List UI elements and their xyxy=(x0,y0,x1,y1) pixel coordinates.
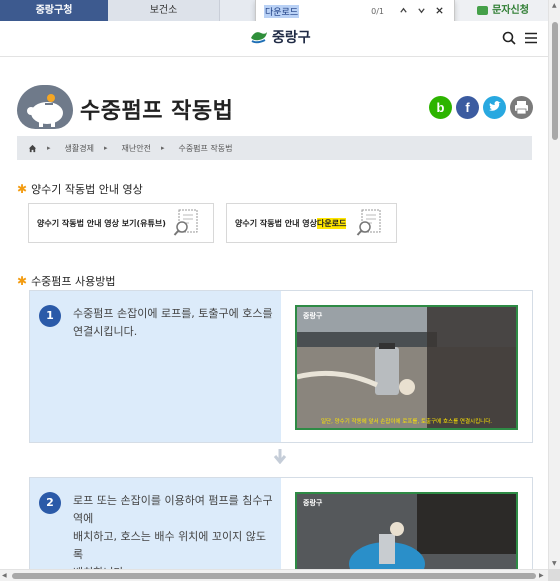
breadcrumb-item-disaster-safety[interactable]: 재난안전 xyxy=(121,143,150,154)
step-text-panel: 2 로프 또는 손잡이를 이용하여 펌프를 침수구역에 배치하고, 호스는 배수… xyxy=(30,478,281,581)
breadcrumb: ▸ 생활경제 ▸ 재난안전 ▸ 수중펌프 작동법 xyxy=(17,136,532,160)
scroll-down-arrow-icon[interactable]: ▼ xyxy=(552,560,557,567)
chevron-up-icon xyxy=(399,7,407,13)
down-arrow-icon xyxy=(272,448,288,465)
search-icon[interactable] xyxy=(502,31,516,45)
chevron-down-icon xyxy=(417,7,425,13)
find-input[interactable]: 다운로드 xyxy=(264,5,300,18)
step-desc-line: 배치하고, 호스는 배수 위치에 꼬이지 않도록 xyxy=(73,530,267,561)
document-search-icon xyxy=(173,209,198,236)
vertical-scrollbar[interactable]: ▲ ▼ xyxy=(548,0,560,569)
tab-junglang-office[interactable]: 중랑구청 xyxy=(0,0,108,21)
page-title: 수중펌프 작동법 xyxy=(80,99,234,124)
scroll-left-arrow-icon[interactable]: ◀ xyxy=(2,572,7,579)
site-header: 중랑구 xyxy=(0,21,548,57)
sms-request-button[interactable]: 문자신청 xyxy=(458,0,548,21)
print-button[interactable] xyxy=(510,96,533,119)
step-desc-line: 연결시킵니다. xyxy=(73,325,138,338)
download-highlighted-text: 다운로드 xyxy=(316,217,347,229)
step-photo: 중랑구 xyxy=(295,492,518,581)
logo-text: 중랑구 xyxy=(272,30,311,46)
printer-icon xyxy=(515,101,528,115)
pump-water-photo xyxy=(297,494,516,581)
scrollbar-corner xyxy=(548,569,560,581)
step-photo: 중랑구 일단, 양수기 작동에 앞서 손잡이에 로프를, 토출구에 호스를 연결… xyxy=(295,305,518,430)
star-bullet-icon: ✱ xyxy=(17,274,28,288)
scroll-right-arrow-icon[interactable]: ▶ xyxy=(539,572,544,579)
download-video-label: 양수기 작동법 안내 영상 xyxy=(235,218,317,228)
step-desc-line: 수중펌프 손잡이에 로프를, 토출구에 호스를 xyxy=(73,307,273,320)
chevron-right-icon: ▸ xyxy=(160,144,165,152)
step-image-panel: 중랑구 xyxy=(281,478,532,581)
step-image-panel: 중랑구 일단, 양수기 작동에 앞서 손잡이에 로프를, 토출구에 호스를 연결… xyxy=(281,291,532,442)
find-close-button[interactable] xyxy=(430,6,448,18)
photo-watermark-logo: 중랑구 xyxy=(303,499,323,507)
pump-hose-photo xyxy=(297,307,516,428)
find-match-count: 0/1 xyxy=(371,7,384,16)
document-search-icon xyxy=(356,209,381,236)
find-next-button[interactable] xyxy=(412,6,430,18)
breadcrumb-item-life-economy[interactable]: 생활경제 xyxy=(65,143,94,154)
share-blog-button[interactable]: b xyxy=(429,96,452,119)
usage-step-2: 2 로프 또는 손잡이를 이용하여 펌프를 침수구역에 배치하고, 호스는 배수… xyxy=(29,477,533,581)
tab-third[interactable] xyxy=(220,0,260,21)
horizontal-scroll-thumb[interactable] xyxy=(12,573,536,579)
step-number-badge: 2 xyxy=(39,492,61,514)
twitter-bird-icon xyxy=(489,101,501,111)
photo-caption: 일단, 양수기 작동에 앞서 손잡이에 로프를, 토출구에 호스를 연결시킵니다… xyxy=(320,419,493,425)
step-text-panel: 1 수중펌프 손잡이에 로프를, 토출구에 호스를 연결시킵니다. xyxy=(30,291,281,442)
message-icon xyxy=(477,6,489,15)
horizontal-scrollbar[interactable]: ◀ ▶ xyxy=(0,569,548,581)
close-icon xyxy=(435,6,443,14)
chevron-right-icon: ▸ xyxy=(103,144,108,152)
step-description: 수중펌프 손잡이에 로프를, 토출구에 호스를 연결시킵니다. xyxy=(73,305,273,341)
section-heading-video-text: 양수기 작동법 안내 영상 xyxy=(31,183,143,196)
share-twitter-button[interactable] xyxy=(483,96,506,119)
star-bullet-icon: ✱ xyxy=(17,182,28,196)
junglang-logo-icon xyxy=(251,32,267,44)
tab-health-center[interactable]: 보건소 xyxy=(108,0,220,21)
download-video-button[interactable]: 양수기 작동법 안내 영상 다운로드 xyxy=(226,203,397,243)
sms-request-label: 문자신청 xyxy=(492,5,529,16)
chevron-right-icon: ▸ xyxy=(47,144,51,152)
scroll-up-arrow-icon[interactable]: ▲ xyxy=(552,2,557,9)
vertical-scroll-thumb[interactable] xyxy=(552,22,558,140)
share-facebook-button[interactable]: f xyxy=(456,96,479,119)
step-desc-line: 로프 또는 손잡이를 이용하여 펌프를 침수구역에 xyxy=(73,494,273,525)
site-logo[interactable]: 중랑구 xyxy=(249,27,311,47)
step-description: 로프 또는 손잡이를 이용하여 펌프를 침수구역에 배치하고, 호스는 배수 위… xyxy=(73,492,273,581)
breadcrumb-item-current: 수중펌프 작동법 xyxy=(178,143,233,153)
youtube-video-label: 양수기 작동법 안내 영상 보기(유튜브) xyxy=(37,218,166,228)
find-prev-button[interactable] xyxy=(394,6,412,18)
step-number-badge: 1 xyxy=(39,305,61,327)
section-heading-video: ✱ 양수기 작동법 안내 영상 xyxy=(17,181,143,197)
section-heading-usage: ✱ 수중펌프 사용방법 xyxy=(17,273,116,289)
hamburger-menu-icon[interactable] xyxy=(524,32,538,44)
photo-watermark-logo: 중랑구 xyxy=(303,312,323,320)
youtube-video-button[interactable]: 양수기 작동법 안내 영상 보기(유튜브) xyxy=(28,203,214,243)
home-icon[interactable] xyxy=(28,144,37,153)
usage-step-1: 1 수중펌프 손잡이에 로프를, 토출구에 호스를 연결시킵니다. 중랑구 일단… xyxy=(29,290,533,443)
piggy-bank-icon xyxy=(17,85,73,129)
section-heading-usage-text: 수중펌프 사용방법 xyxy=(31,275,116,288)
